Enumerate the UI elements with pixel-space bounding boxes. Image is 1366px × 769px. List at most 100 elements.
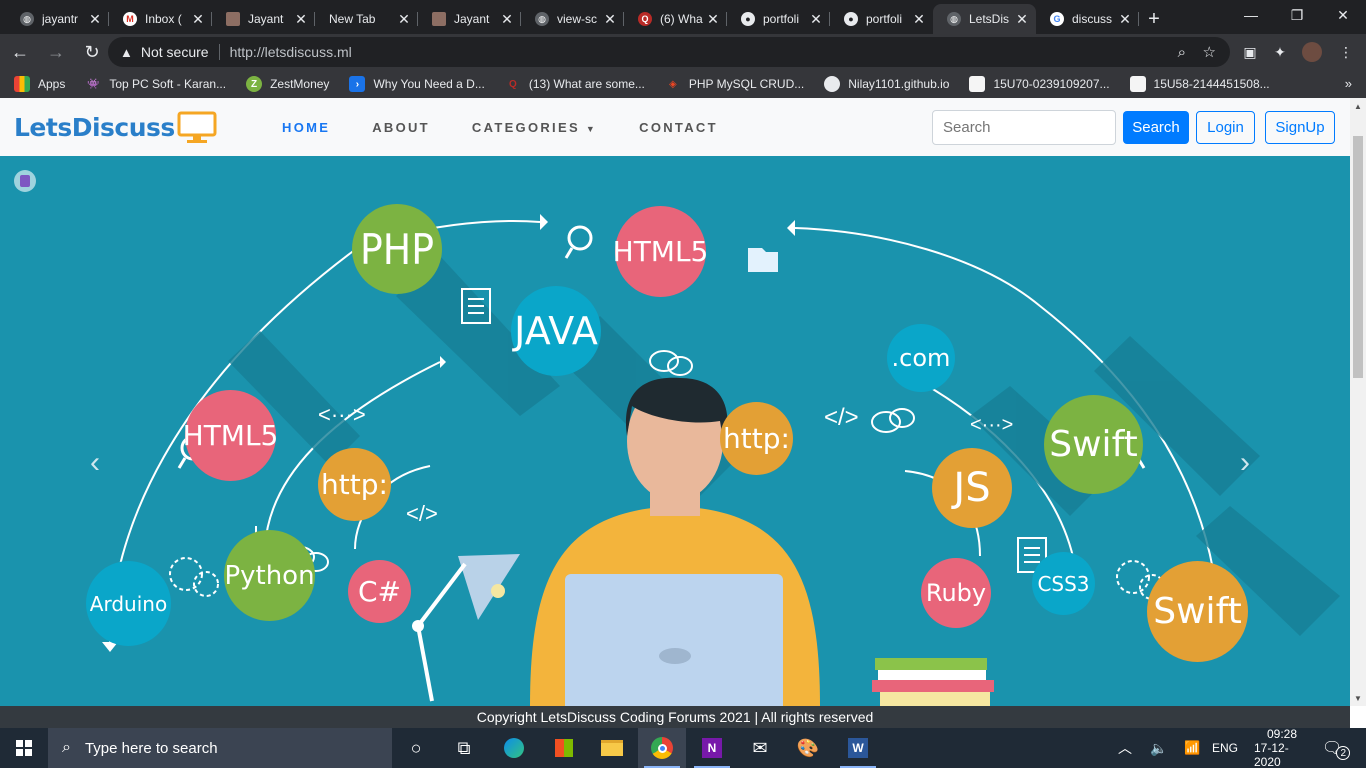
main-menu: HOME ABOUT CATEGORIES ▼ CONTACT xyxy=(282,120,760,135)
close-tab-icon[interactable]: ✕ xyxy=(705,11,721,28)
extensions-icon[interactable]: ✦ xyxy=(1270,42,1290,62)
globe-icon: ◍ xyxy=(20,12,34,26)
nav-about[interactable]: ABOUT xyxy=(372,120,430,135)
taskbar-search-box[interactable]: ⌕ Type here to search xyxy=(48,728,392,768)
close-window-button[interactable]: ✕ xyxy=(1320,0,1366,30)
close-tab-icon[interactable]: ✕ xyxy=(190,11,206,28)
close-tab-icon[interactable]: ✕ xyxy=(499,11,515,28)
page-scrollbar[interactable]: ▲ ▼ xyxy=(1350,98,1366,706)
caret-down-icon: ▼ xyxy=(585,124,598,134)
extension-badge-icon[interactable] xyxy=(14,170,36,192)
search-input[interactable] xyxy=(932,110,1116,145)
clock[interactable]: 09:28 17-12-2020 xyxy=(1254,727,1310,769)
chrome-icon[interactable] xyxy=(638,728,686,768)
bubble-php: PHP xyxy=(352,204,442,294)
bookmark-item[interactable]: Nilay1101.github.io xyxy=(824,76,949,92)
tray-chevron-icon[interactable]: ︿ xyxy=(1118,728,1132,768)
browser-tab[interactable]: ◍ jayantr ✕ xyxy=(6,4,109,34)
brand-text: LetsDiscuss xyxy=(14,112,175,142)
browser-tab[interactable]: Jayant ✕ xyxy=(212,4,315,34)
bookmark-item[interactable]: 15U70-0239109207... xyxy=(969,76,1110,92)
browser-tab[interactable]: Jayant ✕ xyxy=(418,4,521,34)
security-label: Not secure xyxy=(140,44,209,60)
bubble-com: .com xyxy=(887,324,955,392)
file-explorer-icon[interactable] xyxy=(588,728,636,768)
close-tab-icon[interactable]: ✕ xyxy=(808,11,824,28)
new-tab-button[interactable]: + xyxy=(1139,4,1169,34)
network-icon[interactable]: 📶 xyxy=(1184,728,1200,768)
action-center-icon[interactable]: 🗨 2 xyxy=(1322,728,1351,768)
reload-icon[interactable]: ↻ xyxy=(76,36,108,68)
code-tag: </> xyxy=(824,404,859,431)
bookmark-item[interactable]: › Why You Need a D... xyxy=(349,76,485,92)
menu-kebab-icon[interactable]: ⋮ xyxy=(1336,42,1356,62)
cortana-icon[interactable]: ○ xyxy=(392,728,440,768)
scrollbar-thumb[interactable] xyxy=(1353,136,1363,378)
carousel-next-button[interactable]: › xyxy=(1240,446,1250,480)
bookmark-item[interactable]: ◈ PHP MySQL CRUD... xyxy=(665,76,804,92)
site-logo[interactable]: LetsDiscuss xyxy=(14,110,217,144)
volume-icon[interactable]: 🔈 xyxy=(1150,728,1167,768)
forward-arrow-icon[interactable]: → xyxy=(40,36,72,68)
bubble-css3: CSS3 xyxy=(1032,552,1095,615)
folder-icon xyxy=(748,248,778,272)
codeigniter-icon: ◈ xyxy=(669,78,677,90)
star-icon[interactable]: ☆ xyxy=(1203,43,1216,61)
profile-avatar[interactable] xyxy=(1302,42,1322,62)
bookmarks-bar: Apps 👾 Top PC Soft - Karan... Z ZestMoney … xyxy=(0,70,1366,98)
close-tab-icon[interactable]: ✕ xyxy=(87,11,103,28)
login-button[interactable]: Login xyxy=(1196,111,1255,144)
close-tab-icon[interactable]: ✕ xyxy=(1014,11,1030,28)
nav-home[interactable]: HOME xyxy=(282,120,330,135)
edge-icon[interactable] xyxy=(490,728,538,768)
close-tab-icon[interactable]: ✕ xyxy=(602,11,618,28)
mail-icon[interactable]: ✉ xyxy=(736,728,784,768)
store-icon[interactable] xyxy=(540,728,588,768)
close-tab-icon[interactable]: ✕ xyxy=(396,11,412,28)
bookmark-apps[interactable]: Apps xyxy=(14,76,65,92)
bubble-csharp: C# xyxy=(348,560,411,623)
zoom-icon[interactable]: ⌕ xyxy=(1178,44,1186,61)
address-bar[interactable]: ▲ Not secure http://letsdiscuss.ml ⌕ ☆ xyxy=(108,37,1230,67)
nav-categories[interactable]: CATEGORIES ▼ xyxy=(472,120,597,135)
monitor-icon xyxy=(177,111,217,143)
browser-tab[interactable]: New Tab ✕ xyxy=(315,4,418,34)
scroll-up-icon[interactable]: ▲ xyxy=(1354,102,1362,111)
bookmark-item[interactable]: Z ZestMoney xyxy=(246,76,329,92)
scroll-down-icon[interactable]: ▼ xyxy=(1354,694,1362,703)
bookmarks-overflow-button[interactable]: » xyxy=(1345,76,1352,91)
nav-contact[interactable]: CONTACT xyxy=(639,120,718,135)
browser-tab[interactable]: M Inbox (✕ xyxy=(109,4,212,34)
reading-list-icon[interactable]: ▣ xyxy=(1240,42,1260,62)
close-tab-icon[interactable]: ✕ xyxy=(1117,11,1133,28)
close-tab-icon[interactable]: ✕ xyxy=(911,11,927,28)
word-icon[interactable]: W xyxy=(834,728,882,768)
browser-tab[interactable]: ◍ view-sc ✕ xyxy=(521,4,624,34)
browser-toolbar: ← → ↻ ▲ Not secure http://letsdiscuss.ml… xyxy=(0,34,1366,70)
carousel-prev-button[interactable]: ‹ xyxy=(90,446,100,480)
back-arrow-icon[interactable]: ← xyxy=(4,36,36,68)
task-view-icon[interactable]: ⧉ xyxy=(440,728,488,768)
browser-tab[interactable]: Gdiscuss ✕ xyxy=(1036,4,1139,34)
bubble-http: http: xyxy=(318,448,391,521)
browser-tab[interactable]: Q (6) Wha ✕ xyxy=(624,4,727,34)
bubble-http: http: xyxy=(720,402,793,475)
bubble-html5: HTML5 xyxy=(613,206,708,297)
clock-date: 17-12-2020 xyxy=(1254,741,1289,769)
browser-tab[interactable]: ● portfoli ✕ xyxy=(727,4,830,34)
windows-start-icon[interactable] xyxy=(0,728,48,768)
browser-tab[interactable]: ● portfoli ✕ xyxy=(830,4,933,34)
paint-icon[interactable]: 🎨 xyxy=(784,728,832,768)
search-button[interactable]: Search xyxy=(1123,111,1189,144)
signup-button[interactable]: SignUp xyxy=(1265,111,1335,144)
code-tag: </> xyxy=(406,501,438,526)
maximize-button[interactable]: ❐ xyxy=(1274,0,1320,30)
minimize-button[interactable]: — xyxy=(1228,0,1274,30)
onenote-icon[interactable]: N xyxy=(688,728,736,768)
bookmark-item[interactable]: 15U58-2144451508... xyxy=(1129,76,1270,92)
language-indicator[interactable]: ENG xyxy=(1212,728,1238,768)
bookmark-item[interactable]: Q (13) What are some... xyxy=(505,76,645,92)
browser-tab-active[interactable]: ◍ LetsDis ✕ xyxy=(933,4,1036,34)
bookmark-item[interactable]: 👾 Top PC Soft - Karan... xyxy=(85,76,226,92)
close-tab-icon[interactable]: ✕ xyxy=(293,11,309,28)
